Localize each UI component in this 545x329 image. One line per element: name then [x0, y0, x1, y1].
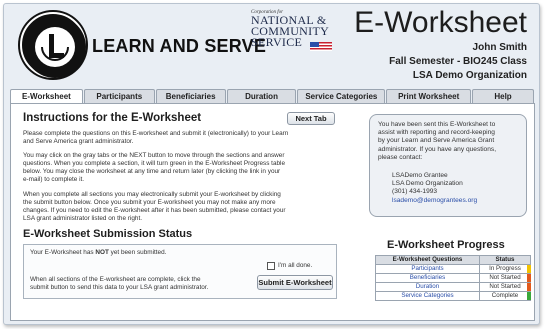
instructions-paragraph-2: You may click on the gray tabs or the NE…	[23, 152, 285, 184]
all-done-label: I'm all done.	[278, 262, 313, 269]
table-row: Participants In Progress	[375, 264, 531, 274]
status-text: In Progress	[489, 265, 521, 272]
para2-line4: e-mail) to complete it.	[23, 176, 85, 183]
para3-line3: changes. If you need to edit the E-works…	[23, 207, 286, 214]
progress-question-participants[interactable]: Participants	[375, 264, 480, 274]
hint-line1: When all sections of the E-worksheet are…	[30, 276, 201, 283]
status-swatch	[527, 283, 531, 291]
learn-and-serve-logo	[20, 12, 86, 78]
contact-phone: (301) 434-1993	[392, 188, 438, 196]
table-row: Beneficiaries Not Started	[375, 273, 531, 283]
organization-name: LSA Demo Organization	[412, 70, 527, 81]
contact-line2: assist with reporting and record-keeping	[378, 129, 495, 137]
all-done-checkbox[interactable]	[267, 262, 275, 270]
tab-help[interactable]: Help	[472, 89, 534, 103]
page-title: E-Worksheet	[354, 6, 527, 39]
submit-worksheet-button[interactable]: Submit E-Worksheet	[257, 275, 333, 290]
class-name: Fall Semester - BIO245 Class	[389, 56, 527, 67]
contact-org: LSA Demo Organization	[392, 180, 463, 188]
para2-line1: You may click on the gray tabs or the NE…	[23, 152, 285, 159]
status-text: Complete	[491, 292, 519, 299]
progress-status: In Progress	[479, 264, 531, 274]
tab-print-worksheet[interactable]: Print Worksheet	[386, 89, 472, 103]
contact-email-link[interactable]: lsademo@demograntees.org	[392, 197, 477, 205]
submission-hint: When all sections of the E-worksheet are…	[30, 276, 208, 292]
tab-ew-status[interactable]: E-Worksheet Status	[10, 89, 83, 114]
contact-line3: by your Learn and Serve America Grant	[378, 137, 495, 145]
worksheet-window: LEARN AND SERVE Corporation for NATIONAL…	[3, 3, 540, 325]
header: LEARN AND SERVE Corporation for NATIONAL…	[4, 4, 539, 84]
para2-line3: below. You may close the worksheet at an…	[23, 168, 281, 175]
status-panel: Instructions for the E-Worksheet Next Ta…	[10, 103, 535, 321]
instructions-heading: Instructions for the E-Worksheet	[23, 112, 202, 124]
status-emph: NOT	[95, 249, 109, 256]
cns-logo: Corporation for NATIONAL & COMMUNITY SER…	[251, 10, 332, 60]
progress-status: Complete	[479, 291, 531, 301]
contact-intro: You have been sent this E-Worksheet to a…	[378, 121, 524, 162]
status-prefix: Your E-Worksheet has	[30, 249, 96, 256]
next-tab-button[interactable]: Next Tab	[287, 112, 335, 125]
progress-status: Not Started	[479, 273, 531, 283]
para2-line2: questions. When you complete a section, …	[23, 160, 286, 167]
progress-question-service-categories[interactable]: Service Categories	[375, 291, 480, 301]
status-text: Not Started	[489, 274, 521, 281]
progress-question-beneficiaries[interactable]: Beneficiaries	[375, 273, 480, 283]
progress-table: E-Worksheet Questions Status Participant…	[375, 255, 531, 301]
tab-duration[interactable]: Duration	[226, 89, 297, 103]
hint-line2: submit button to send this data to your …	[30, 284, 209, 291]
brand-name: LEARN AND SERVE	[92, 36, 267, 56]
contact-name: LSADemo Grantee	[392, 172, 448, 179]
contact-line5: please contact:	[378, 153, 423, 161]
para3-line2: the submit button below. Once you submit…	[23, 199, 276, 206]
col-questions: E-Worksheet Questions	[375, 255, 480, 265]
contact-box: You have been sent this E-Worksheet to a…	[369, 114, 527, 217]
table-row: Duration Not Started	[375, 282, 531, 292]
flag-icon	[310, 42, 332, 51]
progress-question-duration[interactable]: Duration	[375, 282, 480, 292]
status-suffix: yet been submitted.	[108, 249, 167, 256]
contact-line1: You have been sent this E-Worksheet to	[378, 121, 496, 128]
para1-line1: Please complete the questions on this E-…	[23, 130, 289, 137]
submission-status-text: Your E-Worksheet has NOT yet been submit…	[30, 249, 166, 257]
status-text: Not Started	[489, 283, 521, 290]
progress-status: Not Started	[479, 282, 531, 292]
progress-heading: E-Worksheet Progress	[387, 239, 505, 251]
para1-line2: and Serve America grant administrator.	[23, 138, 134, 145]
contact-line4: administrator. If you have any questions…	[378, 145, 497, 153]
status-swatch	[527, 274, 531, 282]
instructions-paragraph-3: When you complete all sections you may e…	[23, 191, 286, 223]
status-swatch	[527, 265, 531, 273]
user-name: John Smith	[472, 42, 527, 53]
tab-participants[interactable]: Participants	[83, 89, 155, 103]
instructions-paragraph-1: Please complete the questions on this E-…	[23, 130, 288, 146]
para3-line4: LSA grant administrator listed on the ri…	[23, 215, 143, 222]
status-swatch	[527, 292, 531, 300]
tab-service-categories[interactable]: Service Categories	[297, 89, 386, 103]
col-status: Status	[479, 255, 531, 265]
submission-box: Your E-Worksheet has NOT yet been submit…	[23, 244, 337, 299]
submission-heading: E-Worksheet Submission Status	[23, 228, 193, 240]
tab-beneficiaries[interactable]: Beneficiaries	[155, 89, 226, 103]
para3-line1: When you complete all sections you may e…	[23, 191, 281, 198]
tab-bar: E-Worksheet Status Participants Benefici…	[10, 89, 535, 114]
contact-address: LSADemo Grantee LSA Demo Organization (3…	[392, 172, 477, 205]
table-row: Service Categories Complete	[375, 291, 531, 301]
progress-header-row: E-Worksheet Questions Status	[375, 255, 531, 265]
